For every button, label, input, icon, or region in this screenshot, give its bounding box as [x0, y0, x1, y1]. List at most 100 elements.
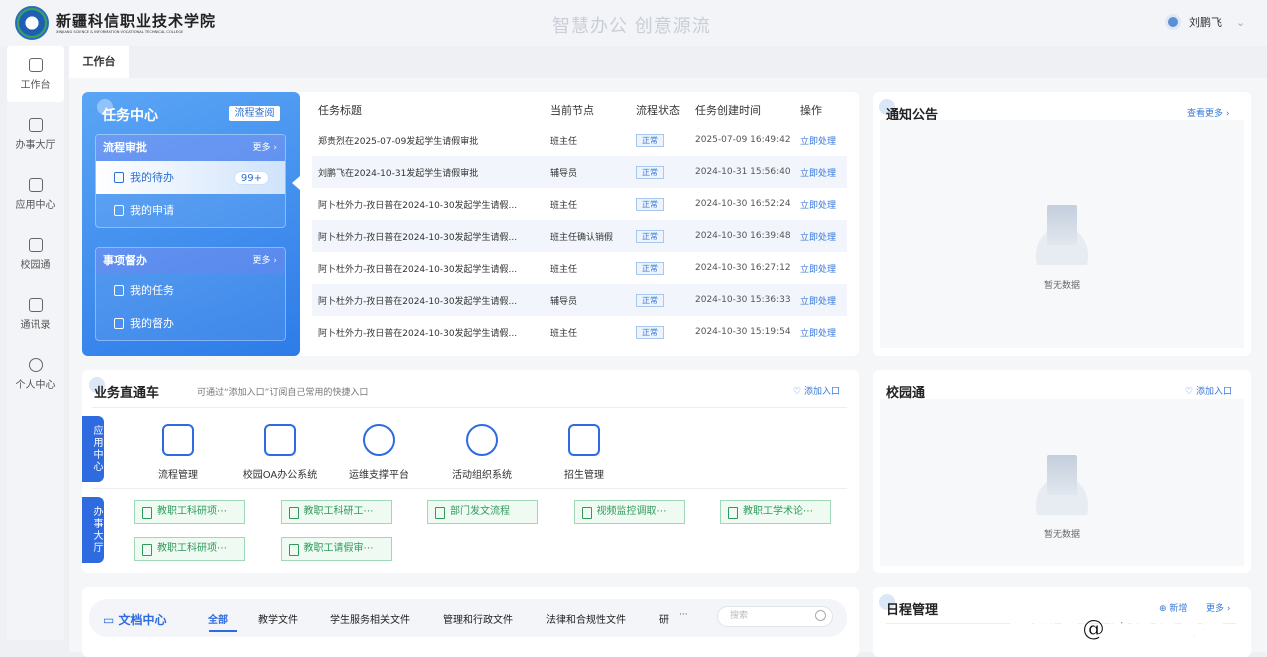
app-icon — [568, 424, 600, 456]
process-query-button[interactable]: 流程查阅 — [229, 106, 280, 121]
menu-my-todo[interactable]: 我的待办 99+ — [96, 161, 285, 194]
group-approval: 流程审批 更多 › 我的待办 99+ 我的申请 — [95, 134, 286, 228]
business-subtitle: 可通过“添加入口”订阅自己常用的快捷入口 — [197, 388, 369, 398]
heart-icon — [28, 118, 43, 132]
col-status: 流程状态 — [636, 104, 680, 117]
created-time: 2025-07-09 16:49:42 — [695, 135, 791, 145]
add-entry-button[interactable]: ♡ 添加入口 — [793, 384, 840, 397]
empty-text: 暂无数据 — [1044, 530, 1081, 540]
grid-icon — [28, 178, 43, 192]
created-time: 2024-10-30 16:39:48 — [689, 220, 794, 252]
created-time: 2024-10-30 16:27:12 — [695, 263, 791, 273]
process-link[interactable]: 立即处理 — [794, 188, 847, 220]
quick-entry[interactable]: 教职工科研项⋯ — [134, 500, 245, 524]
sidebar-item-label: 应用中心 — [15, 200, 56, 211]
task-title: 郑贵烈在2025-07-09发起学生请假审批 — [318, 136, 479, 147]
business-title: 业务直通车 — [94, 386, 160, 401]
table-row[interactable]: 刘鹏飞在2024-10-31发起学生请假审批 辅导员 正常 2024-10-31 15… — [312, 156, 847, 188]
empty-text: 暂无数据 — [1044, 281, 1081, 291]
app-shortcut[interactable]: 流程管理 — [138, 424, 218, 481]
more-link[interactable]: 更多 › — [253, 135, 277, 161]
app-shortcut[interactable]: 活动组织系统 — [442, 424, 522, 481]
process-link[interactable]: 立即处理 — [794, 220, 847, 252]
app-label: 校园OA办公系统 — [242, 470, 318, 481]
sidebar-item-app-center[interactable]: 应用中心 — [7, 166, 64, 222]
quick-entry[interactable]: 教职工科研项⋯ — [134, 537, 245, 561]
quick-entry[interactable]: 教职工学术论⋯ — [720, 500, 831, 524]
table-row[interactable]: 阿卜杜外力-孜日普在2024-10-30发起学生请假... 班主任确认销假 正常 20… — [312, 220, 847, 252]
menu-my-tasks[interactable]: 我的任务 — [96, 274, 285, 307]
status: 正常 — [630, 284, 689, 316]
col-created: 任务创建时间 — [695, 104, 761, 117]
campus-add-entry-button[interactable]: ♡ 添加入口 — [1185, 384, 1232, 397]
quick-entry[interactable]: 部门发文流程 — [427, 500, 538, 524]
sidebar-item-label: 通讯录 — [20, 320, 51, 331]
status: 正常 — [630, 188, 689, 220]
created-time: 2024-10-31 15:56:40 — [689, 156, 794, 188]
menu-my-supervision[interactable]: 我的督办 — [96, 307, 285, 340]
created-time: 2024-10-30 15:19:54 — [695, 327, 791, 337]
task-icon — [114, 285, 124, 296]
docs-title: ▭ 文档中心 — [103, 613, 167, 627]
process-link[interactable]: 立即处理 — [794, 316, 847, 348]
status: 正常 — [630, 252, 689, 284]
doc-tab[interactable]: 法律和合规性文件 — [546, 611, 626, 626]
quick-entry[interactable]: 教职工科研工⋯ — [280, 500, 392, 524]
quick-entry[interactable]: 教职工请假审⋯ — [280, 537, 392, 561]
doc-tab[interactable]: 学生服务相关文件 — [330, 611, 410, 626]
menu-my-applications[interactable]: 我的申请 — [96, 194, 285, 227]
sidebar-item-service-hall[interactable]: 办事大厅 — [7, 106, 64, 162]
sidebar-item-campus[interactable]: 校园通 — [7, 226, 64, 282]
doc-tab[interactable]: 教学文件 — [258, 611, 298, 626]
app-shortcut[interactable]: 运维支撑平台 — [339, 424, 419, 481]
sidebar: 工作台 办事大厅 应用中心 校园通 通讯录 个人中心 — [7, 46, 64, 640]
current-node: 班主任确认销假 — [544, 220, 630, 252]
process-link[interactable]: 立即处理 — [794, 252, 847, 284]
table-row[interactable]: 阿卜杜外力-孜日普在2024-10-30发起学生请假... 班主任 正常 2024-1… — [312, 316, 847, 348]
status: 正常 — [630, 156, 689, 188]
watermark: 搜狐号@通信信息报 — [1010, 616, 1226, 643]
user-icon — [28, 358, 43, 372]
contact-icon — [28, 298, 43, 312]
process-link[interactable]: 立即处理 — [794, 156, 847, 188]
notice-more-link[interactable]: 查看更多 › — [1187, 106, 1229, 119]
divider — [92, 488, 847, 489]
status: 正常 — [630, 220, 689, 252]
sidebar-item-profile[interactable]: 个人中心 — [7, 346, 64, 402]
doc-tab[interactable]: 全部 — [208, 611, 228, 626]
user-menu[interactable]: 刘鹏飞 ⌄ — [1165, 14, 1245, 30]
tabs-overflow-button[interactable]: ··· — [679, 610, 688, 620]
process-link[interactable]: 立即处理 — [794, 284, 847, 316]
doc-tab[interactable]: 研 — [659, 611, 669, 626]
app-shortcut[interactable]: 校园OA办公系统 — [240, 424, 320, 481]
quick-entry[interactable]: 视频监控调取⋯ — [573, 500, 685, 524]
task-table: 任务标题 当前节点 流程状态 任务创建时间 操作 郑贵烈在2025-07-09发起学生请… — [312, 96, 847, 348]
sidebar-item-label: 工作台 — [20, 80, 51, 91]
empty-illustration — [1017, 205, 1107, 265]
task-title: 阿卜杜外力-孜日普在2024-10-30发起学生请假... — [318, 328, 518, 339]
sidebar-item-contacts[interactable]: 通讯录 — [7, 286, 64, 342]
chevron-down-icon: ⌄ — [1236, 15, 1246, 29]
process-link[interactable]: 立即处理 — [794, 124, 847, 156]
sidebar-item-workbench[interactable]: 工作台 — [7, 46, 64, 102]
sidebar-item-label: 个人中心 — [15, 380, 56, 391]
service-hall-label: 办事大厅 — [82, 497, 104, 563]
doc-search-input[interactable]: 搜索 — [717, 606, 833, 627]
current-node: 班主任 — [550, 136, 578, 147]
home-icon — [28, 58, 43, 72]
col-node: 当前节点 — [550, 104, 594, 117]
table-row[interactable]: 阿卜杜外力-孜日普在2024-10-30发起学生请假... 班主任 正常 2024-1… — [312, 252, 847, 284]
table-row[interactable]: 阿卜杜外力-孜日普在2024-10-30发起学生请假... 辅导员 正常 2024-1… — [312, 284, 847, 316]
app-shortcut[interactable]: 招生管理 — [544, 424, 624, 481]
table-row[interactable]: 阿卜杜外力-孜日普在2024-10-30发起学生请假... 班主任 正常 2024-1… — [312, 188, 847, 220]
document-icon — [114, 172, 124, 183]
todo-count-badge: 99+ — [233, 170, 269, 185]
doc-tab[interactable]: 管理和行政文件 — [443, 611, 513, 626]
tab-workbench[interactable]: 工作台 — [69, 46, 129, 78]
group-title: 事项督办 — [103, 254, 147, 267]
pointer-arrow — [292, 176, 300, 190]
more-link[interactable]: 更多 › — [253, 248, 277, 274]
table-row[interactable]: 郑贵烈在2025-07-09发起学生请假审批 班主任 正常 2025-07-09 16… — [312, 124, 847, 156]
created-time: 2024-10-30 16:52:24 — [695, 199, 791, 209]
app-label: 运维支撑平台 — [349, 470, 409, 481]
